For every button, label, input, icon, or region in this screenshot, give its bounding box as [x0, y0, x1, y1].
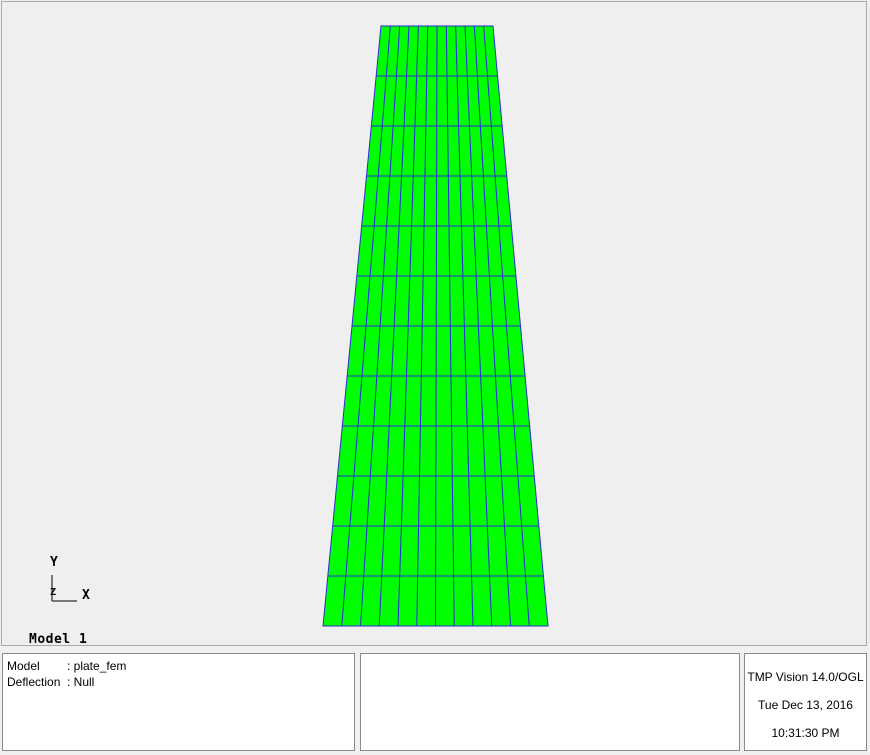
model-info-panel: Model : plate_fem Deflection : Null [2, 653, 355, 751]
axis-triad: Y Z X [42, 555, 102, 610]
fem-mesh[interactable] [2, 2, 866, 645]
info-row-model: Model : plate_fem [7, 658, 350, 674]
info-key: Deflection [7, 675, 61, 689]
time-text: 10:31:30 PM [771, 726, 840, 740]
product-version: TMP Vision 14.0/OGL [747, 670, 864, 684]
version-panel: TMP Vision 14.0/OGL Tue Dec 13, 2016 10:… [744, 653, 867, 751]
viewport-title: Model 1 [29, 632, 88, 647]
info-value: : plate_fem [67, 659, 127, 673]
x-axis-label: X [82, 588, 90, 603]
info-key: Model [7, 659, 40, 673]
graphics-viewport[interactable]: Y Z X Model 1 [1, 1, 867, 647]
y-axis-label: Y [50, 555, 58, 570]
message-panel [360, 653, 740, 751]
info-value: : Null [67, 675, 95, 689]
date-text: Tue Dec 13, 2016 [758, 698, 853, 712]
z-axis-label: Z [50, 587, 57, 598]
info-row-deflection: Deflection : Null [7, 674, 350, 690]
